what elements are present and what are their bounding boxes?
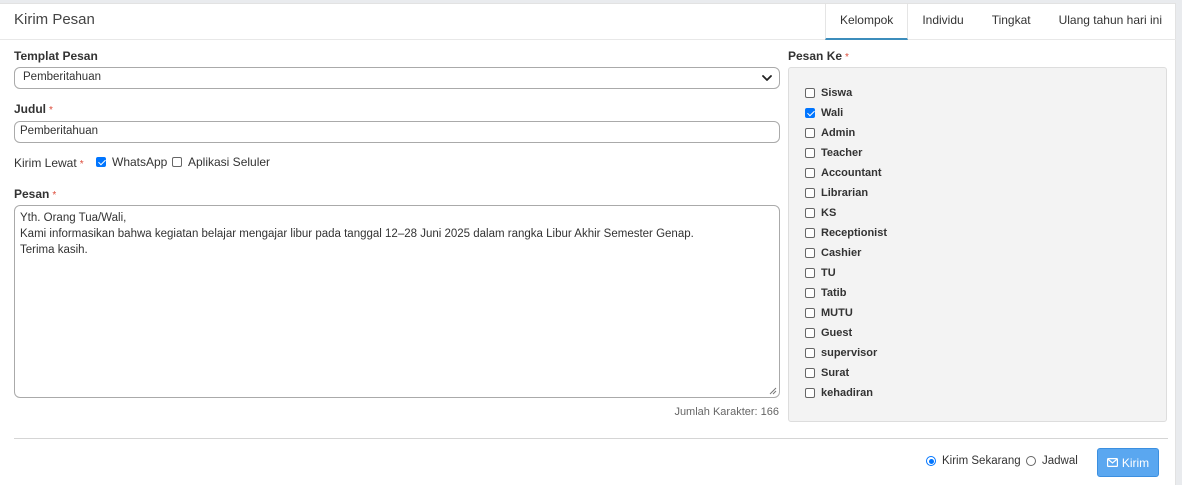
recipient-receptionist[interactable]: Receptionist (805, 227, 887, 239)
recipient-librarian[interactable]: Librarian (805, 187, 868, 199)
recipient-checkbox[interactable] (805, 148, 815, 158)
tab-kelompok[interactable]: Kelompok (824, 4, 909, 40)
recipient-label: Admin (821, 127, 856, 139)
recipient-admin[interactable]: Admin (805, 127, 855, 139)
recipient-checkbox[interactable] (805, 188, 815, 198)
tab-birthday[interactable]: Ulang tahun hari ini (1045, 4, 1176, 40)
recipient-kehadiran[interactable]: kehadiran (805, 387, 873, 399)
recipient-checkbox[interactable] (805, 268, 815, 278)
footer-divider (14, 438, 1168, 439)
recipient-checkbox[interactable] (805, 308, 815, 318)
message-line: Yth. Orang Tua/Wali, (20, 212, 127, 224)
required-mark: * (845, 52, 849, 63)
recipient-checkbox[interactable] (805, 168, 815, 178)
recipient-checkbox[interactable] (805, 328, 815, 338)
recipient-label: Receptionist (821, 227, 888, 239)
send-now-label: Kirim Sekarang (942, 455, 1021, 467)
recipient-label: KS (821, 207, 837, 219)
via-mobile-app-option[interactable]: Aplikasi Seluler (172, 155, 270, 169)
recipient-checkbox[interactable] (805, 348, 815, 358)
recipient-accountant[interactable]: Accountant (805, 167, 882, 179)
required-mark: * (52, 190, 57, 201)
recipient-checkbox[interactable] (805, 128, 815, 138)
title-input[interactable]: Pemberitahuan (14, 121, 780, 143)
send-button[interactable]: Kirim (1097, 448, 1159, 477)
recipient-label: Siswa (821, 87, 853, 99)
title-label-text: Judul (14, 102, 46, 116)
recipient-ks[interactable]: KS (805, 207, 836, 219)
recipient-mutu[interactable]: MUTU (805, 307, 853, 319)
resize-grip-icon[interactable] (769, 387, 777, 395)
send-now-option[interactable]: Kirim Sekarang (926, 455, 1021, 467)
required-mark: * (49, 105, 53, 116)
message-line: Terima kasih. (20, 244, 88, 256)
recipient-label: Surat (821, 367, 850, 379)
recipient-teacher[interactable]: Teacher (805, 147, 862, 159)
schedule-option[interactable]: Jadwal (1026, 455, 1078, 467)
recipient-tu[interactable]: TU (805, 267, 836, 279)
recipient-label: supervisor (821, 347, 878, 359)
title-label: Judul * (14, 102, 53, 116)
template-select-value: Pemberitahuan (23, 71, 101, 83)
recipient-checkbox[interactable] (805, 108, 815, 118)
recipient-checkbox[interactable] (805, 208, 815, 218)
message-line: Kami informasikan bahwa kegiatan belajar… (20, 228, 694, 240)
recipient-label: Wali (821, 107, 844, 119)
recipient-label: Teacher (821, 147, 863, 159)
recipient-checkbox[interactable] (805, 88, 815, 98)
via-whatsapp-option[interactable]: WhatsApp (96, 155, 167, 169)
whatsapp-label: WhatsApp (112, 155, 168, 169)
recipients-box: Siswa Wali Admin Teacher Accountant Libr… (788, 67, 1167, 422)
required-mark: * (79, 159, 84, 170)
recipient-label: kehadiran (821, 387, 873, 399)
recipient-wali[interactable]: Wali (805, 107, 843, 119)
page-title: Kirim Pesan (14, 11, 95, 28)
recipient-tatib[interactable]: Tatib (805, 287, 846, 299)
recipient-checkbox[interactable] (805, 248, 815, 258)
recipient-label: MUTU (821, 307, 853, 319)
recipient-siswa[interactable]: Siswa (805, 87, 852, 99)
chevron-down-icon (762, 75, 772, 81)
send-now-radio[interactable] (926, 456, 936, 466)
recipient-checkbox[interactable] (805, 288, 815, 298)
message-label-text: Pesan (14, 187, 50, 201)
recipient-label: TU (821, 267, 836, 279)
recipient-surat[interactable]: Surat (805, 367, 849, 379)
template-select[interactable]: Pemberitahuan (14, 67, 780, 89)
recipient-supervisor[interactable]: supervisor (805, 347, 877, 359)
template-label: Templat Pesan (14, 49, 98, 63)
message-label: Pesan * (14, 187, 56, 201)
recipients-label: Pesan Ke * (788, 49, 849, 63)
mobile-app-label: Aplikasi Seluler (188, 155, 271, 169)
recipient-label: Librarian (821, 187, 869, 199)
tab-individu[interactable]: Individu (908, 4, 977, 40)
via-label-text: Kirim Lewat (14, 156, 77, 170)
recipient-label: Guest (821, 327, 853, 339)
recipient-checkbox[interactable] (805, 388, 815, 398)
panel-header: Kirim Pesan Kelompok Individu Tingkat Ul… (0, 4, 1176, 40)
send-button-label: Kirim (1121, 455, 1150, 470)
recipient-cashier[interactable]: Cashier (805, 247, 861, 259)
recipient-label: Cashier (821, 247, 862, 259)
template-label-text: Templat Pesan (14, 49, 98, 63)
recipient-mode-tabs: Kelompok Individu Tingkat Ulang tahun ha… (824, 4, 1176, 40)
send-message-panel: Kirim Pesan Kelompok Individu Tingkat Ul… (0, 3, 1176, 485)
recipient-checkbox[interactable] (805, 368, 815, 378)
recipient-label: Accountant (821, 167, 882, 179)
via-label: Kirim Lewat * (14, 156, 84, 170)
title-input-value: Pemberitahuan (20, 125, 98, 137)
envelope-icon (1106, 458, 1118, 467)
char-counter: Jumlah Karakter: 166 (674, 406, 779, 418)
schedule-label: Jadwal (1042, 455, 1078, 467)
recipients-label-text: Pesan Ke (788, 49, 843, 63)
recipient-checkbox[interactable] (805, 228, 815, 238)
whatsapp-checkbox[interactable] (96, 157, 106, 167)
recipient-guest[interactable]: Guest (805, 327, 852, 339)
recipient-label: Tatib (821, 287, 847, 299)
schedule-radio[interactable] (1026, 456, 1036, 466)
tab-tingkat[interactable]: Tingkat (978, 4, 1045, 40)
mobile-app-checkbox[interactable] (172, 157, 182, 167)
message-textarea[interactable]: Yth. Orang Tua/Wali, Kami informasikan b… (14, 205, 780, 398)
